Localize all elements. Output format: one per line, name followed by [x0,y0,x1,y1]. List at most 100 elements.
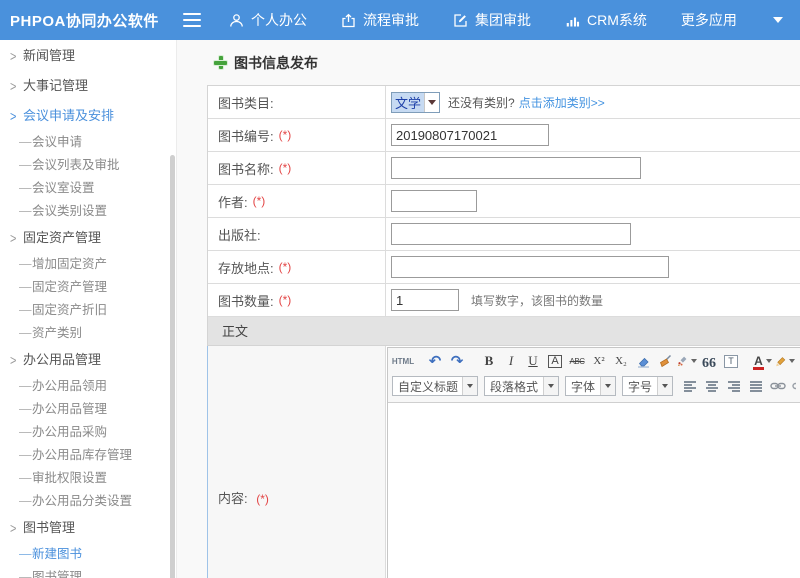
book-number-input[interactable] [391,124,549,146]
strikethrough-button[interactable]: ABC [567,352,587,370]
sidebar-item-approval-permission[interactable]: —审批权限设置 [0,467,176,490]
nav-more-apps[interactable]: 更多应用 [681,10,737,30]
sidebar-group-fixed-assets[interactable]: >固定资产管理 [0,223,176,253]
broom-icon [658,354,673,368]
sidebar-item-supplies-classify[interactable]: —办公用品分类设置 [0,490,176,513]
sidebar-item-supplies-inventory[interactable]: —办公用品库存管理 [0,444,176,467]
unlink-icon [792,380,796,392]
nav-crm-system[interactable]: CRM系统 [565,10,647,30]
sidebar-item-meeting-list[interactable]: —会议列表及审批 [0,154,176,177]
undo-button[interactable]: ↶ [425,352,445,370]
combo-value: 自定义标题 [393,378,462,395]
superscript-button[interactable]: X² [589,352,609,370]
add-category-link[interactable]: 点击添加类别>> [519,94,605,111]
sidebar-item-supplies-purchase[interactable]: —办公用品采购 [0,421,176,444]
eraser-icon [636,354,651,368]
blockquote-button[interactable]: 66 [699,352,719,370]
sidebar-item-supplies-claim[interactable]: —办公用品领用 [0,375,176,398]
sidebar-item-new-book[interactable]: —新建图书 [0,543,176,566]
font-family-select[interactable]: 字体 [565,376,616,396]
redo-button[interactable]: ↷ [447,352,467,370]
sidebar-item-book-manage[interactable]: —图书管理 [0,566,176,578]
align-left-button[interactable] [680,377,700,395]
location-input[interactable] [391,256,669,278]
highlight-color-button[interactable] [775,352,795,370]
sidebar-group-meetings[interactable]: >会议申请及安排 [0,101,176,131]
dash-icon: — [19,421,32,444]
align-right-button[interactable] [724,377,744,395]
paragraph-format-select[interactable]: 段落格式 [484,376,559,396]
quantity-input[interactable] [391,289,459,311]
book-name-input[interactable] [391,157,641,179]
sidebar-group-books[interactable]: >图书管理 [0,513,176,543]
caret-down-icon[interactable] [773,17,783,23]
sidebar-item-meeting-room[interactable]: —会议室设置 [0,177,176,200]
field-cell [386,119,800,151]
underline-button[interactable]: U [523,352,543,370]
font-color-button[interactable]: A [753,352,773,370]
sidebar-item-asset-category[interactable]: —资产类别 [0,322,176,345]
item-label: 办公用品库存管理 [32,448,132,462]
dash-icon: — [19,276,32,299]
nav-label: 流程审批 [363,10,419,30]
align-justify-button[interactable] [746,377,766,395]
insert-link-button[interactable] [768,377,788,395]
form-row-content: 内容: (*) HTML ↶ ↷ B I U [207,346,800,578]
form-row-book-name: 图书名称: (*) [208,152,800,185]
item-label: 办公用品采购 [32,425,107,439]
category-select[interactable]: 文学 [391,92,440,113]
menu-toggle-button[interactable] [183,13,201,27]
sidebar-group-office-supplies[interactable]: >办公用品管理 [0,345,176,375]
sidebar-item-asset-manage[interactable]: —固定资产管理 [0,276,176,299]
sidebar-item-meeting-apply[interactable]: —会议申请 [0,131,176,154]
unlink-button[interactable] [790,377,796,395]
publisher-input[interactable] [391,223,631,245]
nav-label: 集团审批 [475,10,531,30]
format-clear-button[interactable] [655,352,675,370]
label-text: 图书编号: [218,126,274,145]
author-input[interactable] [391,190,477,212]
toolbar-row-2: 自定义标题 段落格式 字体 [392,373,796,399]
top-navigation-bar: PHPOA协同办公软件 个人办公 流程审批 [0,0,800,40]
sidebar-group-news[interactable]: >新闻管理 [0,41,176,71]
dropdown-arrow-icon [657,377,672,395]
sidebar-item-meeting-category[interactable]: —会议类别设置 [0,200,176,223]
dropdown-caret-icon [691,359,697,363]
nav-group-approval[interactable]: 集团审批 [453,10,531,30]
remove-format-button[interactable] [633,352,653,370]
bold-button[interactable]: B [479,352,499,370]
align-center-button[interactable] [702,377,722,395]
html-source-button[interactable]: HTML [393,352,413,370]
custom-title-select[interactable]: 自定义标题 [392,376,478,396]
label-text: 图书类目: [218,93,274,112]
sidebar-item-asset-depreciation[interactable]: —固定资产折旧 [0,299,176,322]
sidebar-scrollbar[interactable] [170,155,175,578]
editor-content-area[interactable] [388,403,800,578]
nav-personal-office[interactable]: 个人办公 [229,10,307,30]
sidebar-item-supplies-manage[interactable]: —办公用品管理 [0,398,176,421]
item-label: 会议类别设置 [32,204,107,218]
required-mark: (*) [279,161,292,175]
group-label: 会议申请及安排 [23,108,114,123]
font-size-select[interactable]: 字号 [622,376,673,396]
sidebar-group-events[interactable]: >大事记管理 [0,71,176,101]
select-arrow-icon[interactable] [424,93,439,112]
dropdown-arrow-icon [543,377,558,395]
chevron-right-icon: > [10,342,23,380]
item-label: 会议列表及审批 [32,158,120,172]
item-label: 固定资产折旧 [32,303,107,317]
group-label: 大事记管理 [23,78,88,93]
italic-button[interactable]: I [501,352,521,370]
form-row-category: 图书类目: 文学 还没有类别? 点击添加类别>> [208,86,800,119]
required-mark: (*) [279,293,292,307]
font-color-glyph: A [754,355,763,367]
form-row-publisher: 出版社: [208,218,800,251]
nav-workflow-approval[interactable]: 流程审批 [341,10,419,30]
field-label: 存放地点: (*) [208,251,386,283]
subscript-button[interactable]: X₂ [611,352,631,370]
char-border-button[interactable]: A [548,355,561,368]
paste-text-button[interactable]: T [724,355,738,368]
label-text: 存放地点: [218,258,274,277]
format-painter-button[interactable] [677,352,697,370]
sidebar-item-add-asset[interactable]: —增加固定资产 [0,253,176,276]
